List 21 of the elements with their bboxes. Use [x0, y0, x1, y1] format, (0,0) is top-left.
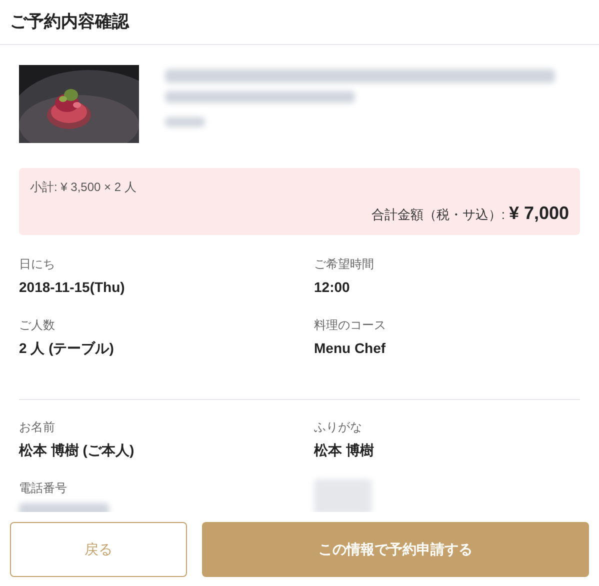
back-button[interactable]: 戻る — [10, 522, 187, 577]
field-value: 松本 博樹 (ご本人) — [19, 441, 134, 460]
field-value: 2018-11-15(Thu) — [19, 278, 125, 297]
field-value: 松本 博樹 — [314, 441, 374, 460]
field-label: 日にち — [19, 256, 55, 273]
field-label: ご希望時間 — [314, 256, 374, 273]
field-value: 12:00 — [314, 278, 350, 297]
dialog-title: ご予約内容確認 — [10, 11, 129, 34]
subtotal-text: 小計: ¥ 3,500 × 2 人 — [30, 179, 136, 196]
total-amount: ¥ 7,000 — [508, 202, 569, 225]
field-label: 電話番号 — [19, 480, 67, 497]
field-label: ご人数 — [19, 317, 55, 334]
blurred-text — [165, 117, 205, 127]
blurred-text — [314, 479, 372, 515]
field-label: ふりがな — [314, 419, 362, 436]
submit-button[interactable]: この情報で予約申請する — [202, 522, 589, 577]
field-value: 2 人 (テーブル) — [19, 339, 114, 358]
field-value: Menu Chef — [314, 339, 386, 358]
field-label: お名前 — [19, 419, 55, 436]
field-label: 料理のコース — [314, 317, 386, 334]
total-label: 合計金額（税・サ込）: — [371, 206, 505, 224]
